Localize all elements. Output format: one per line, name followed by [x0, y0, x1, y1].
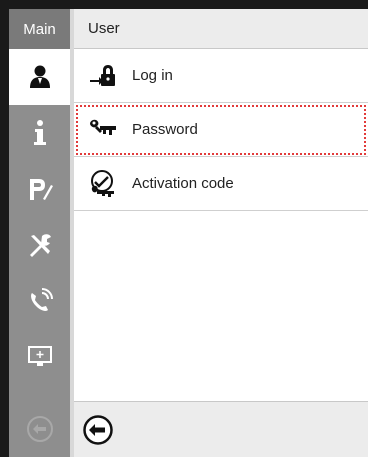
menu-item-password[interactable]: Password — [74, 103, 368, 157]
footer-bar — [74, 401, 368, 457]
menu-item-label: Password — [132, 121, 198, 138]
service-phone-icon — [30, 288, 53, 311]
display-icon — [27, 346, 52, 366]
menu-item-label: Activation code — [132, 175, 234, 192]
sidebar-item-tools[interactable] — [9, 217, 70, 273]
sidebar-item-info[interactable] — [9, 105, 70, 161]
sidebar: Main — [9, 9, 70, 457]
main-panel: User Log in Password Activation code — [74, 9, 368, 457]
tools-icon — [29, 234, 51, 257]
sidebar-item-display[interactable] — [9, 329, 70, 385]
password-key-icon — [88, 117, 118, 143]
back-button[interactable] — [80, 412, 116, 448]
activation-code-icon — [88, 169, 118, 197]
sidebar-item-user[interactable] — [9, 49, 70, 105]
menu-item-activation-code[interactable]: Activation code — [74, 157, 368, 211]
login-lock-icon — [88, 63, 118, 89]
user-icon — [29, 65, 50, 88]
sidebar-item-program[interactable] — [9, 161, 70, 217]
info-icon — [33, 120, 46, 145]
sidebar-item-service[interactable] — [9, 273, 70, 329]
back-arrow-icon — [26, 416, 53, 442]
back-arrow-icon — [83, 415, 113, 445]
menu-item-label: Log in — [132, 67, 173, 84]
sidebar-header[interactable]: Main — [9, 9, 70, 49]
sidebar-back-button[interactable] — [9, 401, 70, 457]
device-screen: Main User Log in Password Activation cod… — [9, 9, 368, 457]
program-icon — [29, 179, 53, 200]
menu-item-login[interactable]: Log in — [74, 49, 368, 103]
page-title: User — [74, 9, 368, 49]
